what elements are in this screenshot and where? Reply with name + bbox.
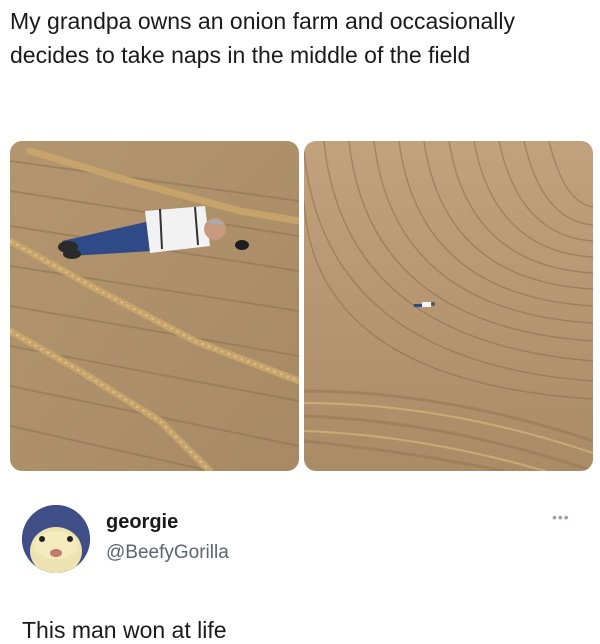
- ellipsis-icon[interactable]: •••: [552, 509, 570, 525]
- avatar[interactable]: [22, 505, 90, 573]
- user-handle[interactable]: @BeefyGorilla: [106, 542, 229, 564]
- field-closeup-illustration: [10, 141, 299, 471]
- tweet-text: This man won at life: [22, 617, 227, 643]
- photo-wide-view[interactable]: [304, 141, 593, 471]
- display-name[interactable]: georgie: [106, 511, 178, 534]
- avatar-creature-icon: [22, 505, 90, 573]
- post-caption: My grandpa owns an onion farm and occasi…: [10, 8, 516, 68]
- field-wide-illustration: [304, 141, 593, 471]
- photo-close-up[interactable]: [10, 141, 299, 471]
